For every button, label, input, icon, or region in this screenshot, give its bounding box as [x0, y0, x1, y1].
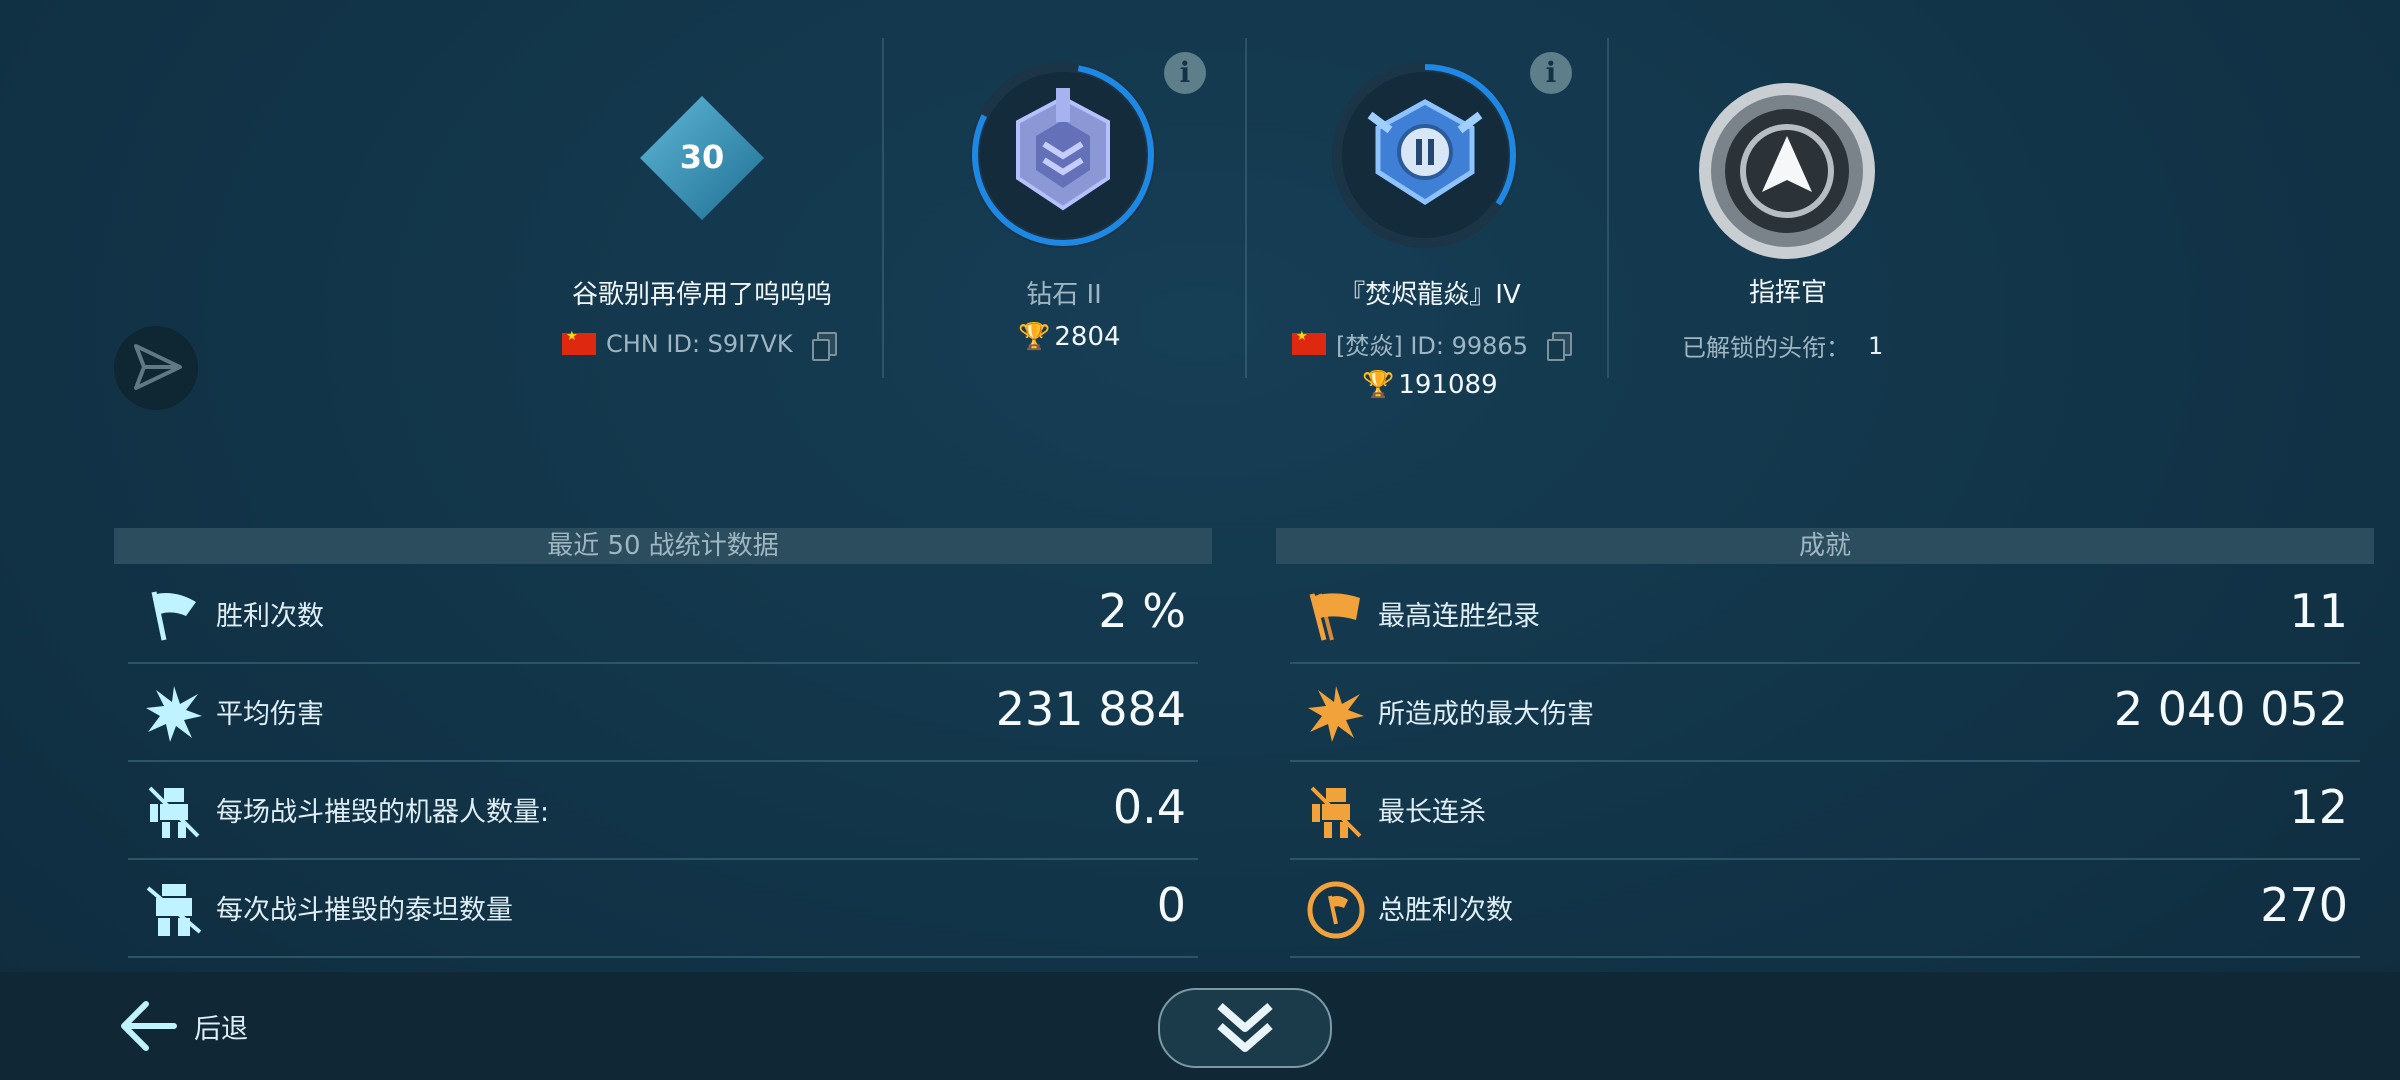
- player-name: 谷歌别再停用了呜呜呜: [571, 280, 832, 310]
- stats-row: 平均伤害 231 884: [128, 664, 1198, 762]
- clan-emblem: [1330, 60, 1520, 250]
- achievement-value: 270: [2260, 878, 2348, 932]
- stat-label: 平均伤害: [216, 699, 324, 730]
- clan-name: 『焚烬龍焱』IV: [1339, 280, 1521, 310]
- header-divider: [1245, 38, 1247, 378]
- achievement-label: 所造成的最大伤害: [1378, 699, 1594, 730]
- stat-label: 每次战斗摧毁的泰坦数量: [216, 895, 513, 926]
- double-chevron-down-icon: [1217, 1002, 1273, 1052]
- achievement-row: 最长连杀 12: [1290, 762, 2360, 860]
- clan-tag-id: [焚焱] ID: 99865: [1336, 332, 1528, 360]
- league-name: 钻石 II: [1026, 280, 1102, 310]
- china-flag-icon: [562, 329, 596, 355]
- unlocked-titles-count: 1: [1868, 331, 1884, 360]
- expand-more-button[interactable]: [1158, 988, 1332, 1068]
- achievement-label: 总胜利次数: [1378, 895, 1513, 926]
- stat-value: 0: [1156, 878, 1186, 932]
- league-trophies: 2804: [1054, 322, 1121, 352]
- titan-destroyed-icon: [146, 884, 202, 936]
- achievement-value: 12: [2289, 780, 2348, 834]
- robot-destroyed-icon: [1310, 786, 1362, 838]
- trophy-icon: 🏆: [1018, 322, 1051, 352]
- stats-row: 胜利次数 2 %: [128, 566, 1198, 664]
- robot-destroyed-icon: [148, 786, 200, 838]
- achievement-row: 所造成的最大伤害 2 040 052: [1290, 664, 2360, 762]
- clan-info-icon[interactable]: i: [1530, 52, 1572, 94]
- achievement-label: 最高连胜纪录: [1378, 601, 1540, 632]
- league-rank-emblem: [968, 60, 1158, 250]
- achievement-row: 最高连胜纪录 11: [1290, 566, 2360, 664]
- china-flag-icon: [1292, 329, 1326, 355]
- clan-id-row: [焚焱] ID: 99865: [1292, 326, 1572, 361]
- stat-label: 胜利次数: [216, 601, 324, 632]
- clan-trophies: 191089: [1398, 370, 1498, 400]
- player-id: CHN ID: S9I7VK: [606, 330, 793, 358]
- achievement-value: 11: [2289, 584, 2348, 638]
- stat-value: 2 %: [1098, 584, 1186, 638]
- league-trophies-row: 🏆 2804: [1018, 322, 1121, 352]
- clan-trophies-row: 🏆 191089: [1362, 370, 1498, 400]
- recent-stats-header: 最近 50 战统计数据: [114, 528, 1212, 564]
- player-level: 30: [679, 138, 725, 176]
- copy-id-icon[interactable]: [811, 332, 837, 361]
- commander-title-emblem[interactable]: [1696, 80, 1878, 262]
- stat-value: 0.4: [1112, 780, 1186, 834]
- back-arrow-icon: [121, 1001, 177, 1051]
- league-info-icon[interactable]: i: [1164, 52, 1206, 94]
- title-name: 指挥官: [1748, 278, 1827, 308]
- achievement-label: 最长连杀: [1378, 797, 1486, 828]
- achievement-row: 总胜利次数 270: [1290, 860, 2360, 958]
- header-divider: [882, 38, 884, 378]
- flag-icon: [151, 591, 196, 641]
- flags-streak-icon: [1309, 593, 1360, 641]
- stats-row: 每次战斗摧毁的泰坦数量 0: [128, 860, 1198, 958]
- stats-row: 每场战斗摧毁的机器人数量: 0.4: [128, 762, 1198, 860]
- achievement-value: 2 040 052: [2113, 682, 2348, 736]
- header-divider: [1607, 38, 1609, 378]
- stat-label: 每场战斗摧毁的机器人数量:: [216, 797, 550, 828]
- unlocked-titles-row: 已解锁的头衔： 1: [1682, 328, 1883, 363]
- trophy-icon: 🏆: [1362, 370, 1395, 400]
- share-icon: [134, 344, 182, 390]
- player-level-badge: 30: [638, 94, 766, 222]
- back-label: 后退: [194, 1013, 248, 1045]
- achievements-header: 成就: [1276, 528, 2374, 564]
- explosion-icon: [146, 686, 202, 742]
- victory-medal-icon: [1307, 881, 1365, 939]
- player-id-row: CHN ID: S9I7VK: [562, 329, 837, 361]
- stat-value: 231 884: [995, 682, 1186, 736]
- unlocked-titles-label: 已解锁的头衔：: [1682, 334, 1850, 362]
- copy-clan-id-icon[interactable]: [1546, 331, 1572, 361]
- back-button[interactable]: 后退: [118, 998, 248, 1054]
- explosion-icon: [1308, 686, 1364, 742]
- share-button[interactable]: [114, 326, 198, 410]
